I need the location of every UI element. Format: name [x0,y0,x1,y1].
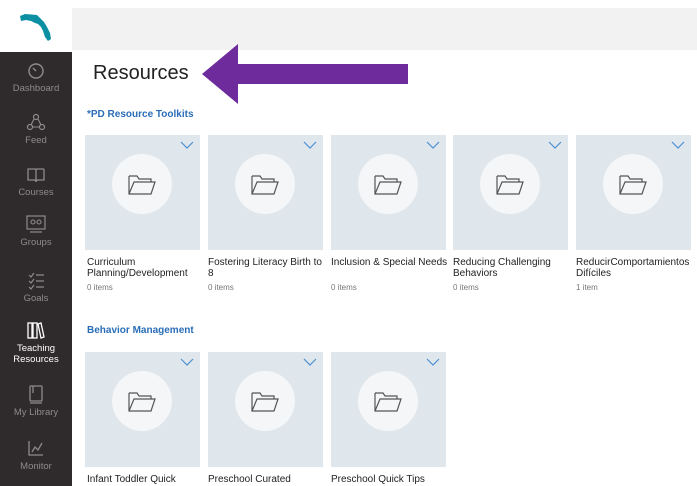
card-title[interactable]: Inclusion & Special Needs [331,257,449,268]
florida-logo[interactable] [0,0,72,52]
resource-card[interactable] [576,135,691,250]
folder-circle [112,154,172,214]
folder-circle [358,154,418,214]
resource-card[interactable] [331,135,446,250]
folder-icon [496,175,524,195]
folder-circle [235,371,295,431]
annotation-arrow-icon [202,44,408,104]
resource-card[interactable] [453,135,568,250]
sidebar: Dashboard Feed Courses Groups Goals Teac… [0,0,72,486]
card-title[interactable]: Infant Toddler Quick [87,474,205,485]
sidebar-item-groups[interactable]: Groups [0,214,72,248]
card-title[interactable]: Reducing Challenging Behaviors [453,257,571,279]
monitor-icon [28,441,43,456]
sidebar-item-label: My Library [13,407,59,418]
sidebar-item-goals[interactable]: Goals [0,270,72,304]
chevron-down-icon[interactable] [180,141,194,149]
card-title[interactable]: ReducirComportamientos Difíciles [576,257,694,279]
section-title-pd-toolkits[interactable]: *PD Resource Toolkits [87,109,194,120]
sidebar-item-teaching-resources[interactable]: Teaching Resources [0,320,72,365]
groups-icon [26,215,46,233]
card-item-count: 0 items [331,283,357,292]
folder-circle [112,371,172,431]
resource-card[interactable] [85,352,200,467]
card-title[interactable]: Preschool Curated [208,474,326,485]
chevron-down-icon[interactable] [180,358,194,366]
folder-icon [128,392,156,412]
folder-circle [358,371,418,431]
sidebar-item-feed[interactable]: Feed [0,112,72,146]
chevron-down-icon[interactable] [303,141,317,149]
sidebar-item-my-library[interactable]: My Library [0,384,72,418]
sidebar-item-label: Monitor [20,461,52,472]
folder-circle [480,154,540,214]
chevron-down-icon[interactable] [671,141,685,149]
card-item-count: 0 items [87,283,113,292]
feed-icon [26,113,46,131]
sidebar-item-label: Dashboard [12,83,60,94]
chevron-down-icon[interactable] [426,358,440,366]
teaching-resources-icon [27,322,45,339]
card-title[interactable]: Fostering Literacy Birth to 8 [208,257,326,279]
folder-icon [374,392,402,412]
folder-icon [128,175,156,195]
sidebar-item-label: Teaching Resources [13,343,59,365]
sidebar-item-courses[interactable]: Courses [0,166,72,198]
chevron-down-icon[interactable] [303,358,317,366]
sidebar-item-label: Goals [23,293,49,304]
folder-icon [619,175,647,195]
card-item-count: 0 items [453,283,479,292]
sidebar-item-label: Groups [20,237,52,248]
sidebar-item-dashboard[interactable]: Dashboard [0,62,72,94]
resource-card[interactable] [85,135,200,250]
sidebar-item-label: Feed [25,135,47,146]
card-item-count: 1 item [576,283,598,292]
resource-card[interactable] [208,135,323,250]
card-item-count: 0 items [208,283,234,292]
library-icon [29,385,43,404]
florida-map-icon [20,14,51,41]
book-icon [27,168,45,183]
folder-circle [603,154,663,214]
chevron-down-icon[interactable] [426,141,440,149]
folder-circle [235,154,295,214]
folder-icon [374,175,402,195]
card-title[interactable]: Curriculum Planning/Development [87,257,205,279]
sidebar-item-monitor[interactable]: Monitor [0,438,72,472]
folder-icon [251,175,279,195]
section-title-behavior-management[interactable]: Behavior Management [87,325,194,336]
chevron-down-icon[interactable] [548,141,562,149]
page-title: Resources [93,62,189,84]
dashboard-icon [28,63,44,79]
sidebar-item-label: Courses [18,187,54,198]
card-title[interactable]: Preschool Quick Tips [331,474,449,485]
resource-card[interactable] [331,352,446,467]
goals-icon [28,272,44,290]
resource-card[interactable] [208,352,323,467]
folder-icon [251,392,279,412]
